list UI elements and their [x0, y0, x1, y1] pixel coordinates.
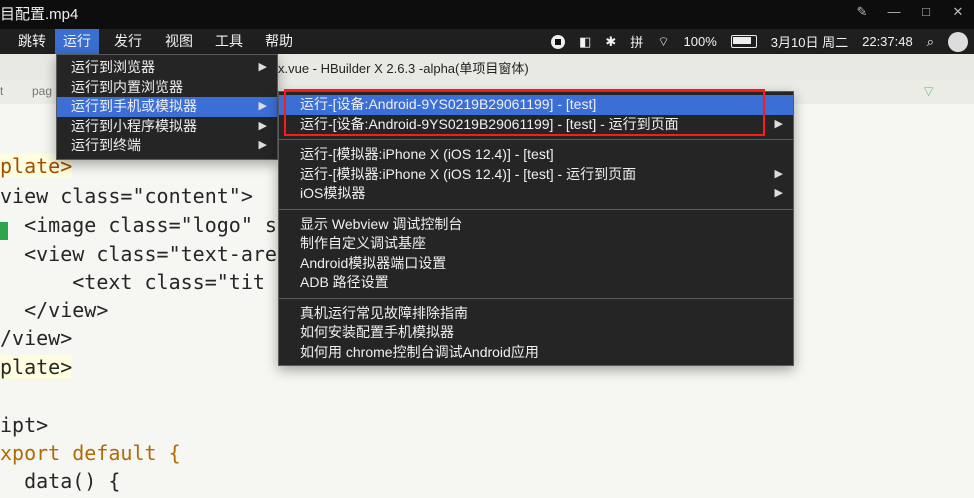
- device-troubleshooting-guide[interactable]: 真机运行常见故障排除指南: [279, 304, 793, 324]
- android-emulator-port-settings[interactable]: Android模拟器端口设置: [279, 254, 793, 274]
- run-to-terminal[interactable]: 运行到终端 ▶: [57, 136, 277, 156]
- breadcrumb-item[interactable]: pag: [32, 84, 52, 98]
- install-emulator-guide[interactable]: 如何安装配置手机模拟器: [279, 323, 793, 343]
- camera-icon[interactable]: ◧: [579, 34, 591, 50]
- mac-menubar: 跳转 运行 发行 视图 工具 帮助 ◧ ✱ 拼 ⌔ 100% 3月10日 周二 …: [0, 29, 974, 54]
- code-line: data() {: [0, 469, 121, 493]
- wifi-icon[interactable]: ⌔: [657, 34, 669, 50]
- menu-separator: [279, 139, 793, 140]
- run-to-browser[interactable]: 运行到浏览器 ▶: [57, 58, 277, 78]
- run-iphone-simulator-to-page[interactable]: 运行-[模拟器:iPhone X (iOS 12.4)] - [test] - …: [279, 165, 793, 185]
- menu-separator: [279, 208, 793, 210]
- breadcrumb-item[interactable]: t: [0, 84, 3, 98]
- battery-icon[interactable]: [730, 35, 757, 48]
- code-line: ipt>: [0, 413, 49, 437]
- minimize-icon[interactable]: —: [886, 4, 902, 20]
- editor-title: x.vue - HBuilder X 2.6.3 -alpha(单项目窗体): [278, 61, 529, 76]
- run-iphone-simulator[interactable]: 运行-[模拟器:iPhone X (iOS 12.4)] - [test]: [279, 145, 793, 165]
- menu-view[interactable]: 视图: [157, 29, 201, 54]
- battery-percent: 100%: [683, 34, 717, 49]
- code-line: /view>: [0, 326, 73, 350]
- menu-help[interactable]: 帮助: [257, 29, 301, 54]
- user-avatar[interactable]: [948, 31, 968, 52]
- show-webview-console[interactable]: 显示 Webview 调试控制台: [279, 215, 793, 235]
- window-controls: ✎ — □ ✕: [854, 4, 966, 20]
- date-text: 3月10日 周二: [770, 35, 849, 50]
- input-method-icon[interactable]: 拼: [630, 32, 643, 51]
- app-titlebar: 目配置.mp4 ✎ — □ ✕: [0, 0, 974, 29]
- code-line: <text class="tit: [0, 270, 265, 294]
- chrome-debug-android-guide[interactable]: 如何用 chrome控制台调试Android应用: [279, 343, 793, 363]
- menu-separator: [279, 297, 793, 299]
- run-to-miniprogram-emulator[interactable]: 运行到小程序模拟器 ▶: [57, 117, 277, 137]
- code-line: view class="content">: [0, 184, 253, 208]
- highlight-box: [284, 89, 765, 136]
- status-area: ◧ ✱ 拼 ⌔ 100% 3月10日 周二 22:37:48 ⌕: [551, 29, 974, 54]
- window-title: 目配置.mp4: [0, 6, 79, 23]
- bluetooth-icon[interactable]: ✱: [605, 34, 616, 50]
- menu-tools[interactable]: 工具: [207, 29, 251, 54]
- run-to-phone-or-emulator[interactable]: 运行到手机或模拟器 ▶: [57, 97, 277, 117]
- record-icon[interactable]: [551, 34, 566, 49]
- filter-icon[interactable]: ▽: [924, 84, 933, 98]
- code-line: </view>: [0, 298, 109, 322]
- menu-jump[interactable]: 跳转: [10, 29, 54, 54]
- make-custom-base[interactable]: 制作自定义调试基座: [279, 234, 793, 254]
- menu-run[interactable]: 运行: [55, 29, 99, 54]
- ios-simulator[interactable]: iOS模拟器 ▶: [279, 184, 793, 204]
- code-line: plate>: [0, 355, 73, 379]
- run-to-builtin-browser[interactable]: 运行到内置浏览器: [57, 78, 277, 98]
- close-icon[interactable]: ✕: [950, 4, 966, 20]
- menu-release[interactable]: 发行: [106, 29, 150, 54]
- run-menu: 运行到浏览器 ▶ 运行到内置浏览器 运行到手机或模拟器 ▶ 运行到小程序模拟器 ▶ 运…: [56, 54, 278, 160]
- search-icon[interactable]: ⌕: [927, 34, 934, 50]
- time-text: 22:37:48: [862, 34, 913, 49]
- code-line: <image class="logo" s: [0, 213, 277, 237]
- pin-icon[interactable]: ✎: [854, 4, 870, 20]
- adb-path-settings[interactable]: ADB 路径设置: [279, 273, 793, 293]
- code-line: <view class="text-are: [0, 242, 277, 266]
- maximize-icon[interactable]: □: [918, 4, 934, 20]
- code-line: xport default {: [0, 441, 181, 465]
